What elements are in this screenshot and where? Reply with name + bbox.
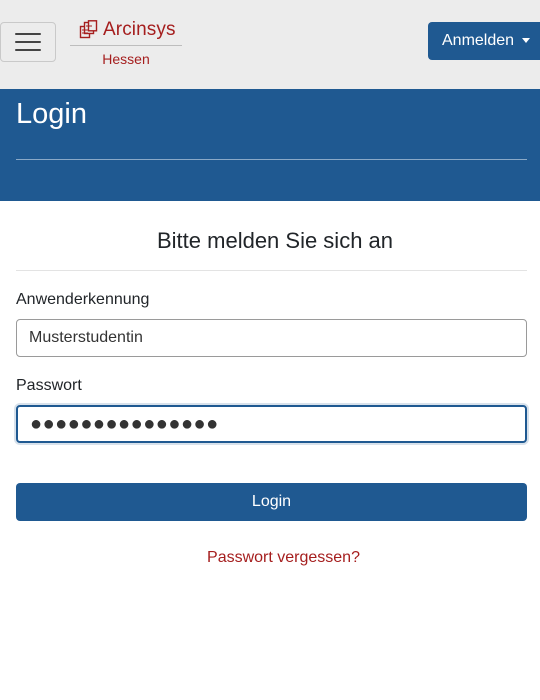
login-dropdown-button[interactable]: Anmelden: [428, 22, 540, 60]
login-dropdown-label: Anmelden: [442, 32, 515, 49]
login-submit-button[interactable]: Login: [16, 483, 527, 521]
header-divider: [16, 159, 527, 160]
caret-down-icon: [522, 37, 531, 43]
username-field[interactable]: Musterstudentin: [16, 319, 527, 357]
forgot-password-link[interactable]: Passwort vergessen?: [0, 549, 540, 567]
login-submit-label: Login: [251, 493, 292, 510]
hamburger-line: [15, 41, 41, 43]
password-label: Passwort: [16, 377, 82, 394]
login-panel-heading: Bitte melden Sie sich an: [16, 228, 527, 260]
username-value: Musterstudentin: [29, 329, 143, 346]
hamburger-line: [15, 33, 41, 35]
brand-logo-link[interactable]: Arcinsys Hessen: [70, 14, 182, 67]
password-masked-value: ●●●●●●●●●●●●●●●: [30, 412, 219, 435]
page-title: Login: [16, 98, 87, 130]
top-navbar: Arcinsys Hessen Anmelden: [0, 0, 540, 89]
brand-row: Arcinsys: [70, 14, 182, 46]
username-label: Anwenderkennung: [16, 291, 150, 308]
panel-divider: [16, 270, 527, 271]
hamburger-line: [15, 49, 41, 51]
documents-icon: [79, 20, 98, 39]
brand-subtitle: Hessen: [102, 51, 150, 67]
password-field[interactable]: ●●●●●●●●●●●●●●●: [16, 405, 527, 443]
menu-toggle-button[interactable]: [0, 22, 56, 62]
login-panel-heading-text: Bitte melden Sie sich an: [157, 228, 394, 253]
page-header: Login: [0, 89, 540, 201]
brand-name: Arcinsys: [103, 18, 176, 40]
